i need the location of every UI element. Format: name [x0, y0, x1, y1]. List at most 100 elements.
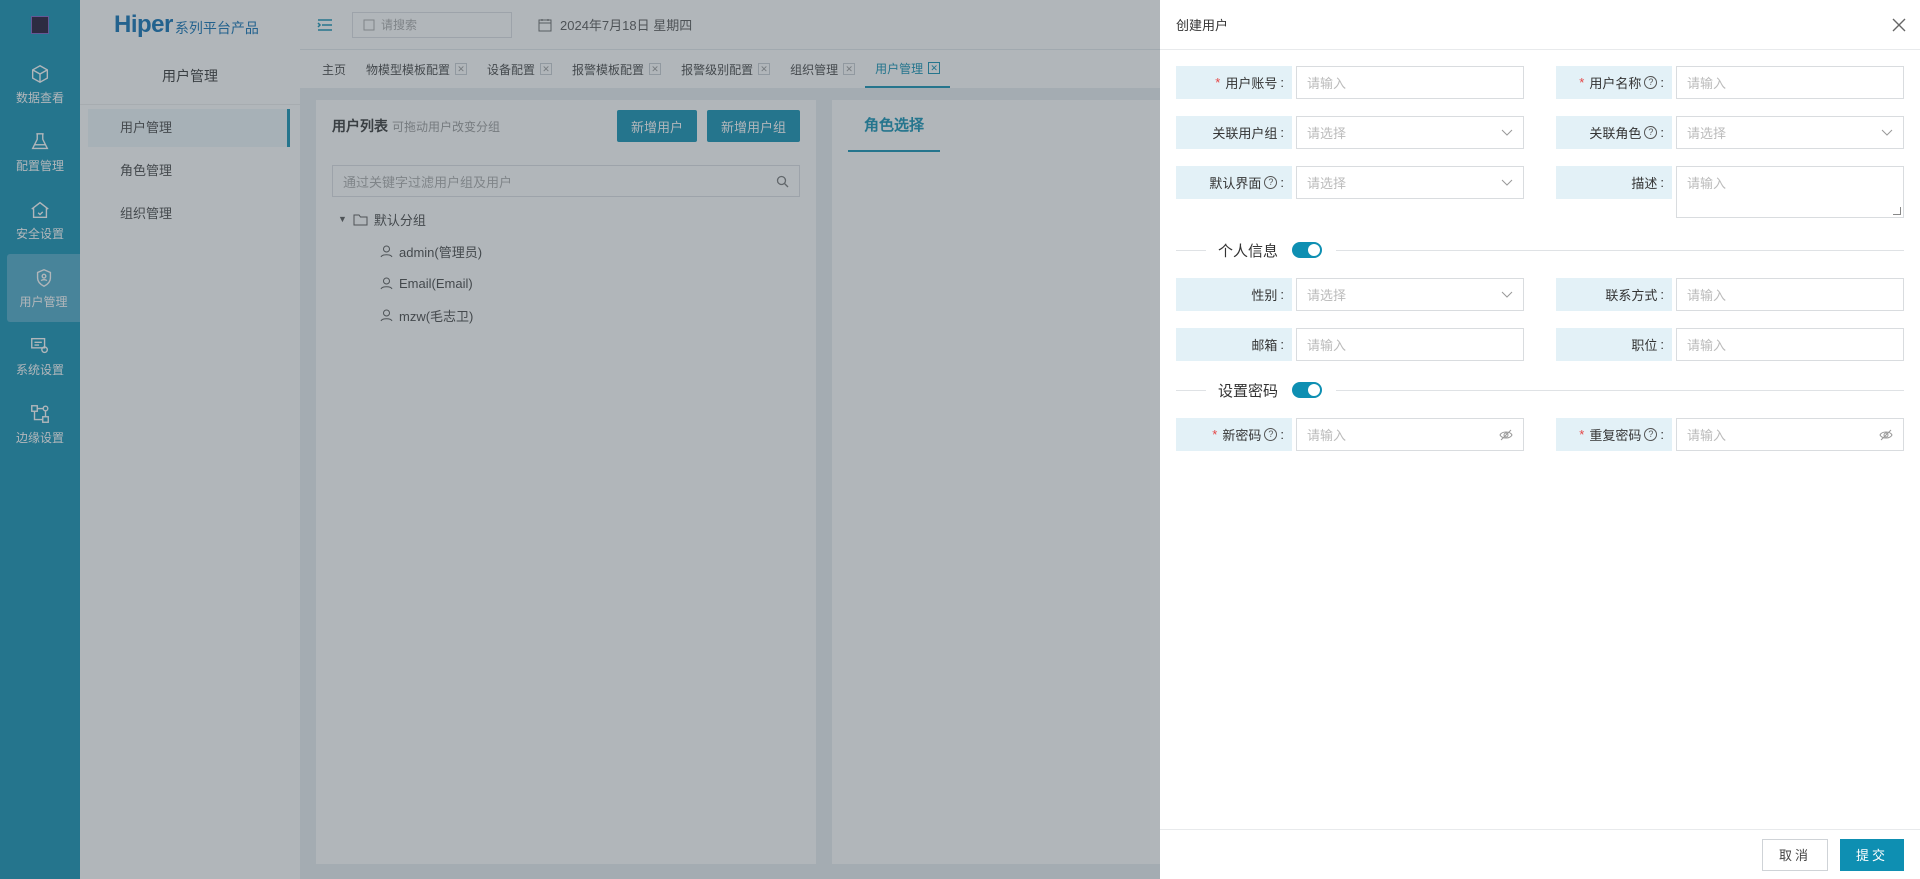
label-colon: :	[1280, 75, 1284, 90]
email-placeholder: 请输入	[1307, 338, 1347, 353]
form-row-default-view: 默认界面?: 请选择	[1176, 166, 1524, 199]
label-colon: :	[1660, 125, 1664, 140]
user-group-select[interactable]: 请选择	[1296, 116, 1524, 149]
label-colon: :	[1660, 75, 1664, 90]
label-colon: :	[1280, 175, 1284, 190]
role-label: 关联角色?:	[1556, 116, 1672, 149]
chevron-down-icon	[1501, 129, 1513, 136]
help-icon[interactable]: ?	[1644, 126, 1658, 139]
default-view-select[interactable]: 请选择	[1296, 166, 1524, 199]
user-group-label-text: 关联用户组	[1212, 126, 1278, 141]
form-row-gender: 性别: 请选择	[1176, 278, 1524, 311]
position-label-text: 职位	[1631, 338, 1658, 353]
form-row-role: 关联角色?: 请选择	[1556, 116, 1904, 149]
eye-off-icon[interactable]	[1499, 429, 1513, 441]
label-colon: :	[1660, 175, 1664, 190]
default-view-placeholder: 请选择	[1307, 176, 1347, 191]
gender-label-text: 性别	[1251, 288, 1278, 303]
required-mark: *	[1579, 427, 1585, 442]
eye-off-icon[interactable]	[1879, 429, 1893, 441]
contact-label-text: 联系方式	[1605, 288, 1658, 303]
role-select[interactable]: 请选择	[1676, 116, 1904, 149]
help-icon[interactable]: ?	[1264, 428, 1278, 441]
drawer-footer: 取消 提交	[1160, 829, 1920, 879]
account-placeholder: 请输入	[1307, 76, 1347, 91]
label-colon: :	[1660, 337, 1664, 352]
chevron-down-icon	[1881, 129, 1893, 136]
create-user-drawer: 创建用户 * 用户账号: 请输入 * 用户名称?: 请输入 关联用户组: 请选择 关…	[1160, 0, 1920, 879]
personal-info-toggle[interactable]	[1292, 242, 1323, 258]
name-label-text: 用户名称	[1589, 76, 1642, 91]
email-label: 邮箱:	[1176, 328, 1292, 361]
chevron-down-icon	[1501, 291, 1513, 298]
name-label: * 用户名称?:	[1556, 66, 1672, 99]
help-icon[interactable]: ?	[1264, 176, 1278, 189]
account-input[interactable]: 请输入	[1296, 66, 1524, 99]
form-row-name: * 用户名称?: 请输入	[1556, 66, 1904, 99]
required-mark: *	[1215, 75, 1221, 90]
password-section-title: 设置密码	[1218, 382, 1279, 400]
chevron-down-icon	[1501, 179, 1513, 186]
form-row-description: 描述: 请输入	[1556, 166, 1904, 218]
label-colon: :	[1660, 427, 1664, 442]
role-placeholder: 请选择	[1687, 126, 1727, 141]
label-colon: :	[1280, 337, 1284, 352]
form-row-account: * 用户账号: 请输入	[1176, 66, 1524, 99]
repeat-password-input[interactable]: 请输入	[1676, 418, 1904, 451]
user-group-label: 关联用户组:	[1176, 116, 1292, 149]
contact-label: 联系方式:	[1556, 278, 1672, 311]
cancel-button[interactable]: 取消	[1761, 838, 1828, 871]
gender-placeholder: 请选择	[1307, 288, 1347, 303]
account-label: * 用户账号:	[1176, 66, 1292, 99]
role-label-text: 关联角色	[1589, 126, 1642, 141]
repeat-password-label-text: 重复密码	[1589, 428, 1642, 443]
contact-placeholder: 请输入	[1687, 288, 1727, 303]
new-password-label: * 新密码?:	[1176, 418, 1292, 451]
description-textarea[interactable]: 请输入	[1676, 166, 1904, 218]
default-view-label-text: 默认界面	[1209, 176, 1262, 191]
form-row-contact: 联系方式: 请输入	[1556, 278, 1904, 311]
name-input[interactable]: 请输入	[1676, 66, 1904, 99]
default-view-label: 默认界面?:	[1176, 166, 1292, 199]
position-placeholder: 请输入	[1687, 338, 1727, 353]
gender-select[interactable]: 请选择	[1296, 278, 1524, 311]
submit-button[interactable]: 提交	[1839, 838, 1904, 871]
form-row-position: 职位: 请输入	[1556, 328, 1904, 361]
position-input[interactable]: 请输入	[1676, 328, 1904, 361]
email-input[interactable]: 请输入	[1296, 328, 1524, 361]
personal-info-section: 个人信息	[1176, 238, 1904, 262]
contact-input[interactable]: 请输入	[1676, 278, 1904, 311]
drawer-title: 创建用户	[1176, 18, 1229, 33]
drawer-backdrop[interactable]	[0, 0, 1160, 879]
help-icon[interactable]: ?	[1644, 76, 1658, 89]
form-row-email: 邮箱: 请输入	[1176, 328, 1524, 361]
repeat-password-label: * 重复密码?:	[1556, 418, 1672, 451]
password-toggle[interactable]	[1292, 382, 1323, 398]
description-placeholder: 请输入	[1687, 176, 1727, 191]
account-label-text: 用户账号	[1225, 76, 1278, 91]
new-password-label-text: 新密码	[1222, 428, 1262, 443]
required-mark: *	[1579, 75, 1585, 90]
label-colon: :	[1660, 287, 1664, 302]
gender-label: 性别:	[1176, 278, 1292, 311]
help-icon[interactable]: ?	[1644, 428, 1658, 441]
personal-info-title: 个人信息	[1218, 242, 1279, 260]
form-row-new-password: * 新密码?: 请输入	[1176, 418, 1524, 451]
repeat-password-placeholder: 请输入	[1687, 428, 1727, 443]
form-row-user-group: 关联用户组: 请选择	[1176, 116, 1524, 149]
email-label-text: 邮箱	[1251, 338, 1278, 353]
label-colon: :	[1280, 427, 1284, 442]
description-label-text: 描述	[1631, 176, 1658, 191]
user-group-placeholder: 请选择	[1307, 126, 1347, 141]
label-colon: :	[1280, 287, 1284, 302]
close-icon[interactable]	[1892, 18, 1906, 32]
form-row-repeat-password: * 重复密码?: 请输入	[1556, 418, 1904, 451]
position-label: 职位:	[1556, 328, 1672, 361]
password-section: 设置密码	[1176, 378, 1904, 402]
label-colon: :	[1280, 125, 1284, 140]
new-password-placeholder: 请输入	[1307, 428, 1347, 443]
description-label: 描述:	[1556, 166, 1672, 199]
resize-handle[interactable]	[1893, 207, 1901, 215]
name-placeholder: 请输入	[1687, 76, 1727, 91]
new-password-input[interactable]: 请输入	[1296, 418, 1524, 451]
